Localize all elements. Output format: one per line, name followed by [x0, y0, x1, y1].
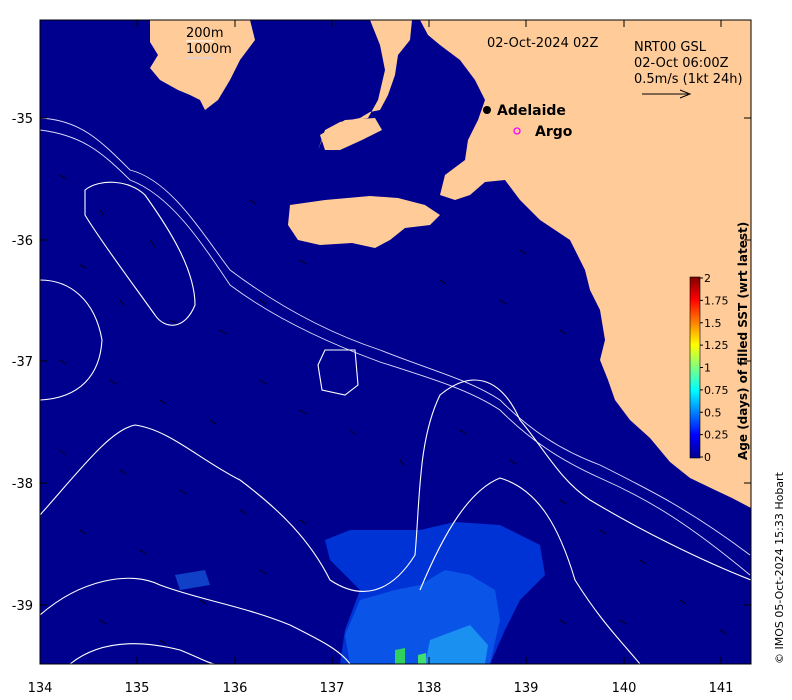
- colorbar-tick-label: 0: [704, 451, 711, 464]
- colorbar-tick-label: 0.75: [704, 384, 729, 397]
- colorbar-gradient: [689, 276, 701, 459]
- depth-legend-1000m: 1000m: [186, 42, 232, 57]
- colorbar-tick-label: 1.5: [704, 317, 722, 330]
- lon-tick-label: 139: [514, 681, 539, 696]
- lat-tick-label: -35: [12, 112, 33, 127]
- depth-legend-200m: 200m: [186, 26, 223, 41]
- date-title: 02-Oct-2024 02Z: [487, 36, 599, 51]
- lat-tick-label: -39: [12, 599, 33, 614]
- colorbar-tick-label: 1.75: [704, 294, 729, 307]
- map-area: [40, 20, 751, 664]
- lat-tick-label: -37: [12, 355, 33, 370]
- credit-label: © IMOS 05-Oct-2024 15:33 Hobart: [773, 471, 786, 664]
- current-time-label: 02-Oct 06:00Z: [634, 56, 729, 71]
- colorbar-tick-label: 0.5: [704, 406, 722, 419]
- colorbar-tick-label: 1.25: [704, 339, 729, 352]
- lon-tick-label: 136: [223, 681, 248, 696]
- lon-tick-label: 135: [125, 681, 150, 696]
- adelaide-marker: [483, 106, 491, 114]
- colorbar-tick-label: 0.25: [704, 429, 729, 442]
- colorbar-tick-label: 1: [704, 362, 711, 375]
- lon-tick-label: 140: [612, 681, 637, 696]
- current-scale-label: 0.5m/s (1kt 24h): [634, 72, 743, 87]
- colorbar-title: Age (days) of filled SST (wrt latest): [736, 222, 750, 460]
- lon-tick-labels: 134 135 136 137 138 139 140 141: [28, 681, 734, 696]
- argo-label: Argo: [535, 124, 573, 140]
- current-model-label: NRT00 GSL: [634, 40, 707, 55]
- lon-tick-label: 141: [709, 681, 734, 696]
- lon-tick-label: 138: [417, 681, 442, 696]
- lat-tick-label: -38: [12, 477, 33, 492]
- lon-tick-label: 134: [28, 681, 53, 696]
- lat-tick-label: -36: [12, 234, 33, 249]
- adelaide-label: Adelaide: [497, 103, 566, 119]
- colorbar-tick-label: 2: [704, 272, 711, 285]
- lat-tick-labels: -35 -36 -37 -38 -39: [12, 112, 33, 614]
- lon-tick-label: 137: [320, 681, 345, 696]
